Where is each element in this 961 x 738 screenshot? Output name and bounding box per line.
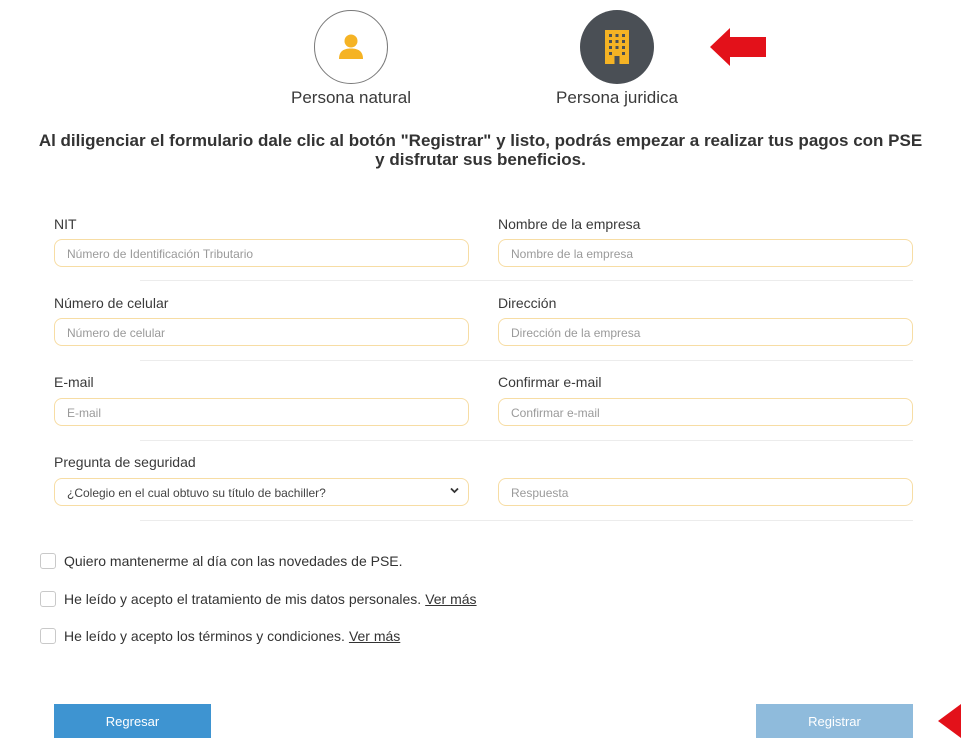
empresa-field[interactable]: Nombre de la empresa <box>498 239 913 267</box>
celular-placeholder: Número de celular <box>67 326 166 340</box>
pregunta-label: Pregunta de seguridad <box>54 454 196 470</box>
back-button[interactable]: Regresar <box>54 704 211 738</box>
direccion-placeholder: Dirección de la empresa <box>511 326 641 340</box>
persona-natural-label: Persona natural <box>290 88 412 107</box>
persona-juridica-label: Persona juridica <box>556 88 678 107</box>
intro-line-1: Al diligenciar el formulario dale clic a… <box>38 131 923 150</box>
celular-label: Número de celular <box>54 295 169 311</box>
confirm-email-placeholder: Confirmar e-mail <box>511 406 600 420</box>
respuesta-placeholder: Respuesta <box>511 486 569 500</box>
novedades-checkbox[interactable] <box>40 553 56 569</box>
empresa-placeholder: Nombre de la empresa <box>511 247 634 261</box>
terminos-ver-mas-link[interactable]: Ver más <box>349 628 400 644</box>
chevron-down-icon <box>449 485 460 499</box>
row-divider <box>140 440 913 441</box>
building-icon <box>605 30 629 64</box>
email-field[interactable]: E-mail <box>54 398 469 426</box>
email-placeholder: E-mail <box>67 406 102 420</box>
datos-ver-mas-link[interactable]: Ver más <box>425 591 476 607</box>
pregunta-select[interactable]: ¿Colegio en el cual obtuvo su título de … <box>54 478 469 506</box>
direccion-field[interactable]: Dirección de la empresa <box>498 318 913 346</box>
arrow-left-icon <box>938 704 961 738</box>
row-divider <box>140 360 913 361</box>
row-divider <box>140 280 913 281</box>
respuesta-field[interactable]: Respuesta <box>498 478 913 506</box>
arrow-left-icon <box>710 28 766 66</box>
celular-field[interactable]: Número de celular <box>54 318 469 346</box>
persona-juridica-option[interactable]: Persona juridica <box>547 10 687 108</box>
intro-line-2: y disfrutar sus beneficios. <box>375 150 586 169</box>
persona-natural-circle[interactable] <box>314 10 388 84</box>
confirm-email-field[interactable]: Confirmar e-mail <box>498 398 913 426</box>
datos-label: He leído y acepto el tratamiento de mis … <box>64 591 422 607</box>
datos-checkbox[interactable] <box>40 591 56 607</box>
confirm-email-label: Confirmar e-mail <box>498 374 602 390</box>
persona-juridica-circle[interactable] <box>580 10 654 84</box>
empresa-label: Nombre de la empresa <box>498 216 641 232</box>
row-divider <box>140 520 913 521</box>
nit-placeholder: Número de Identificación Tributario <box>67 247 254 261</box>
register-button[interactable]: Registrar <box>756 704 913 738</box>
terminos-check-row[interactable]: He leído y acepto los términos y condici… <box>40 628 400 644</box>
terminos-checkbox[interactable] <box>40 628 56 644</box>
direccion-label: Dirección <box>498 295 557 311</box>
nit-label: NIT <box>54 216 77 232</box>
intro-text: Al diligenciar el formulario dale clic a… <box>0 131 961 169</box>
novedades-check-row[interactable]: Quiero mantenerme al día con las novedad… <box>40 553 403 569</box>
nit-field[interactable]: Número de Identificación Tributario <box>54 239 469 267</box>
email-label: E-mail <box>54 374 94 390</box>
persona-natural-option[interactable]: Persona natural <box>281 10 421 108</box>
terminos-label: He leído y acepto los términos y condici… <box>64 628 345 644</box>
novedades-label: Quiero mantenerme al día con las novedad… <box>64 553 403 569</box>
pregunta-selected-value: ¿Colegio en el cual obtuvo su título de … <box>67 486 326 500</box>
person-icon <box>339 34 363 59</box>
datos-check-row[interactable]: He leído y acepto el tratamiento de mis … <box>40 591 477 607</box>
